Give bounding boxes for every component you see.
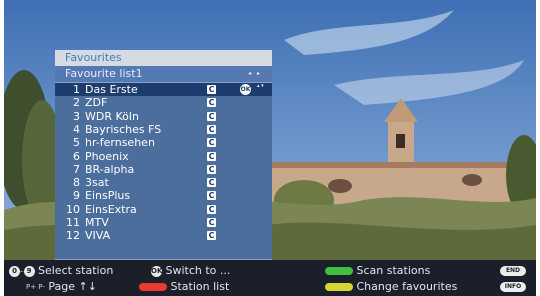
help-scan-label: Scan stations xyxy=(356,264,431,277)
help-bar: 0–9 Select station OK Switch to ... Scan… xyxy=(4,260,536,296)
help-switch-to: OK Switch to ... xyxy=(151,264,230,277)
station-name: 3sat xyxy=(85,176,109,190)
ok-key-icon: OK xyxy=(151,265,163,277)
favourite-list-selector[interactable]: Favourite list1 ◂ ▸ xyxy=(55,66,272,82)
red-key-icon xyxy=(139,283,167,291)
station-name: Bayrisches FS xyxy=(85,122,162,136)
list-item-station-6[interactable]: 6 Phoenix C xyxy=(55,150,272,163)
help-info: INFO xyxy=(500,280,526,293)
station-number: 7 xyxy=(73,162,80,176)
station-name: VIVA xyxy=(85,229,111,243)
help-page-label: Page ↑↓ xyxy=(48,280,97,293)
station-name: BR-alpha xyxy=(85,162,135,176)
yellow-key-icon xyxy=(325,283,353,291)
station-name: ZDF xyxy=(85,96,108,110)
station-name: EinsPlus xyxy=(85,189,131,203)
info-key-icon: INFO xyxy=(500,282,526,292)
station-name: MTV xyxy=(85,216,109,229)
list-item-station-4[interactable]: 4 Bayrisches FS C xyxy=(55,123,272,136)
station-number: 11 xyxy=(66,216,80,229)
station-number: 4 xyxy=(73,122,80,136)
favourites-panel: Favourites Favourite list1 ◂ ▸ 1 Das Ers… xyxy=(55,50,272,260)
help-select-label: Select station xyxy=(38,264,114,277)
list-item-station-8[interactable]: 8 3sat C xyxy=(55,176,272,189)
station-number: 5 xyxy=(73,136,80,150)
station-name: EinsExtra xyxy=(85,202,137,216)
panel-title-text: Favourites xyxy=(65,51,122,64)
page-key-icon: P+ P- xyxy=(26,283,45,291)
help-station-list: Station list xyxy=(139,280,229,293)
station-number: 1 xyxy=(73,83,80,96)
station-name: WDR Köln xyxy=(85,109,139,123)
station-number: 9 xyxy=(73,189,80,203)
help-change-label: Change favourites xyxy=(356,280,458,293)
help-page: P+ P- Page ↑↓ xyxy=(26,280,97,293)
list-item-station-12[interactable]: 12 VIVA C xyxy=(55,229,272,242)
help-change-favourites: Change favourites xyxy=(325,280,457,293)
cable-badge-icon: C xyxy=(207,98,216,108)
cable-badge-icon: C xyxy=(207,231,216,241)
station-list: 1 Das Erste C OK ▴ ▾ 2 ZDF C 3 WDR Köln … xyxy=(55,83,272,259)
station-name: Das Erste xyxy=(85,83,138,96)
list-item-station-10[interactable]: 10 EinsExtra C xyxy=(55,203,272,216)
cable-badge-icon: C xyxy=(207,85,216,94)
station-number: 3 xyxy=(73,109,80,123)
help-end: END xyxy=(500,264,526,277)
station-number: 2 xyxy=(73,96,80,110)
list-item-station-11[interactable]: 11 MTV C xyxy=(55,216,272,229)
help-scan-stations: Scan stations xyxy=(325,264,430,277)
help-station-list-label: Station list xyxy=(170,280,230,293)
help-switch-label: Switch to ... xyxy=(165,264,231,277)
station-number: 8 xyxy=(73,176,80,190)
list-item-station-3[interactable]: 3 WDR Köln C xyxy=(55,110,272,123)
cable-badge-icon: C xyxy=(207,204,216,214)
end-key-icon: END xyxy=(500,266,526,276)
cable-badge-icon: C xyxy=(207,111,216,121)
panel-title: Favourites xyxy=(55,50,272,66)
up-down-arrows-icon: ▴ ▾ xyxy=(257,83,264,89)
left-right-arrows-icon[interactable]: ◂ ▸ xyxy=(248,66,262,82)
list-item-station-1[interactable]: 1 Das Erste C OK ▴ ▾ xyxy=(55,83,272,97)
cable-badge-icon: C xyxy=(207,164,216,174)
help-select-station: 0–9 Select station xyxy=(9,264,113,277)
list-item-station-2[interactable]: 2 ZDF C xyxy=(55,96,272,109)
cable-badge-icon: C xyxy=(207,191,216,201)
cable-badge-icon: C xyxy=(207,124,216,134)
tv-screen: Favourites Favourite list1 ◂ ▸ 1 Das Ers… xyxy=(4,0,536,296)
cable-badge-icon: C xyxy=(207,138,216,148)
list-item-station-9[interactable]: 9 EinsPlus C xyxy=(55,189,272,202)
station-number: 10 xyxy=(66,202,80,216)
ok-key-icon: OK xyxy=(240,84,251,95)
cable-badge-icon: C xyxy=(207,178,216,188)
station-name: hr-fernsehen xyxy=(85,136,155,150)
station-number: 6 xyxy=(73,149,80,163)
station-number: 12 xyxy=(66,229,80,243)
list-item-station-7[interactable]: 7 BR-alpha C xyxy=(55,163,272,176)
favourite-list-name: Favourite list1 xyxy=(65,67,143,80)
cable-badge-icon: C xyxy=(207,151,216,161)
cable-badge-icon: C xyxy=(207,218,216,227)
list-item-station-5[interactable]: 5 hr-fernsehen C xyxy=(55,136,272,149)
green-key-icon xyxy=(325,267,353,275)
digit-key-icon: 0 xyxy=(9,265,20,277)
station-name: Phoenix xyxy=(85,149,129,163)
digit-key-icon: 9 xyxy=(23,265,35,277)
